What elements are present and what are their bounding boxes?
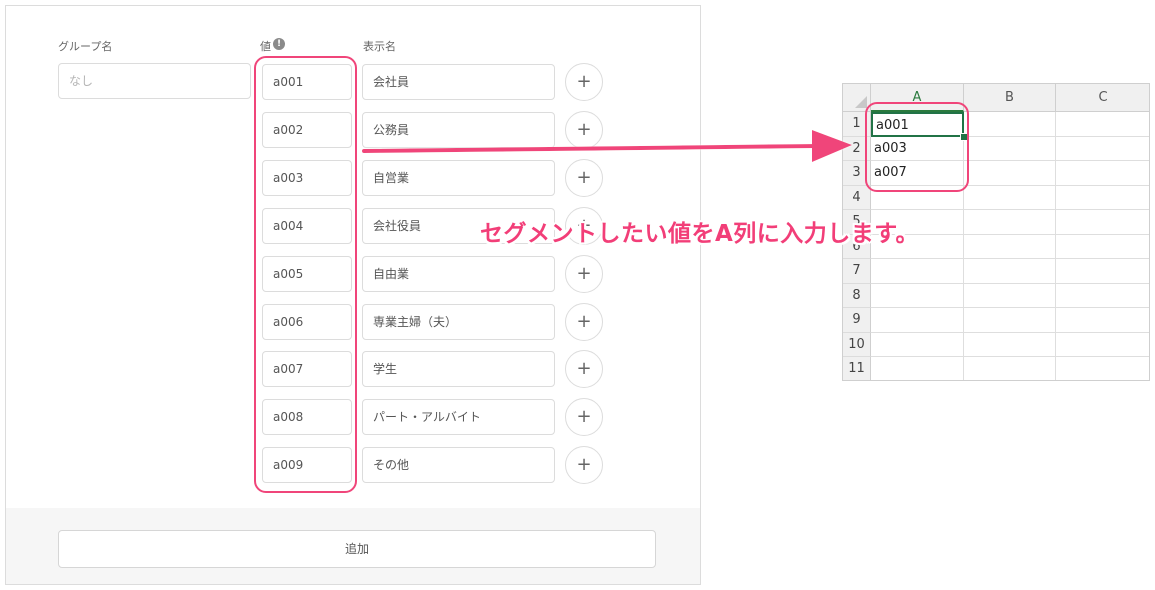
arrow-icon: [362, 130, 852, 162]
annotation-caption: セグメントしたい値をA列に入力します。: [480, 221, 920, 247]
